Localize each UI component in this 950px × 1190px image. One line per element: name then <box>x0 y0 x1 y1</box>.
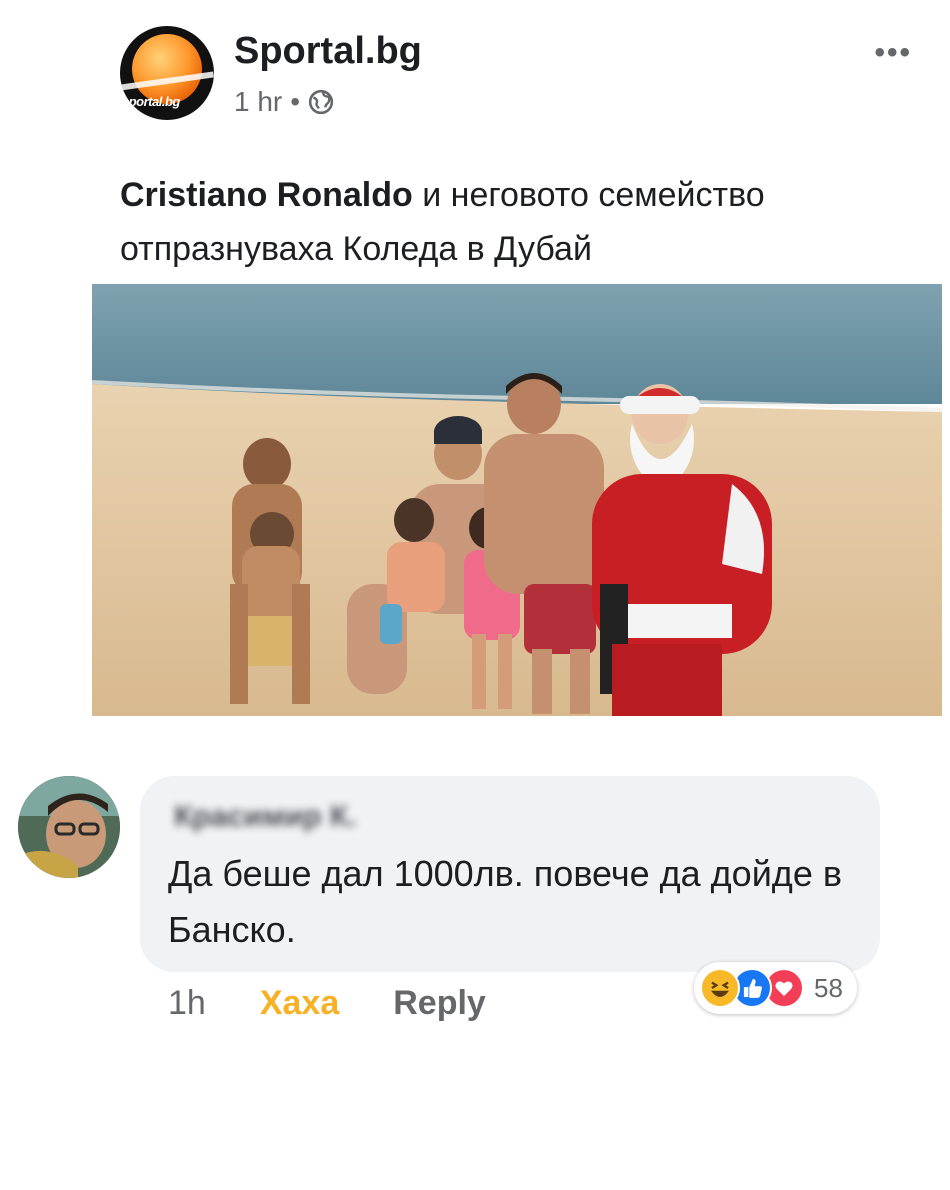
reply-button[interactable]: Reply <box>393 984 486 1023</box>
tagged-person-link[interactable]: Cristiano Ronaldo <box>120 176 413 214</box>
reaction-summary[interactable]: 58 <box>694 962 857 1014</box>
meta-separator: • <box>290 86 301 117</box>
haha-reaction-button[interactable]: Хаха <box>260 984 339 1023</box>
post-card: sportal.bg Sportal.bg 1 hr • ••• Cristia… <box>92 0 942 720</box>
comment-bubble: Красимир К. Да беше дал 1000лв. повече д… <box>140 776 880 972</box>
post-meta: 1 hr • <box>234 86 334 118</box>
reaction-count: 58 <box>814 972 843 1003</box>
comment: Красимир К. Да беше дал 1000лв. повече д… <box>18 776 918 1036</box>
globe-icon <box>308 89 334 115</box>
commenter-avatar[interactable] <box>18 776 120 878</box>
comment-text: Да беше дал 1000лв. повече да дойде в Ба… <box>168 853 842 950</box>
more-options-icon[interactable]: ••• <box>874 36 912 70</box>
post-caption: Cristiano Ronaldo и неговото семейство о… <box>120 168 920 276</box>
commenter-name[interactable]: Красимир К. <box>174 800 356 834</box>
beach-family-photo <box>92 284 942 716</box>
comment-actions: 1h Хаха Reply <box>168 984 486 1023</box>
page-name[interactable]: Sportal.bg <box>234 30 422 73</box>
comment-time[interactable]: 1h <box>168 984 206 1023</box>
commenter-photo <box>18 776 120 878</box>
logo-text: sportal.bg <box>122 94 180 109</box>
post-header: sportal.bg Sportal.bg 1 hr • ••• <box>120 26 942 126</box>
haha-icon <box>700 968 740 1008</box>
post-time[interactable]: 1 hr <box>234 86 282 118</box>
page-avatar[interactable]: sportal.bg <box>120 26 214 120</box>
post-photo[interactable] <box>92 284 942 716</box>
